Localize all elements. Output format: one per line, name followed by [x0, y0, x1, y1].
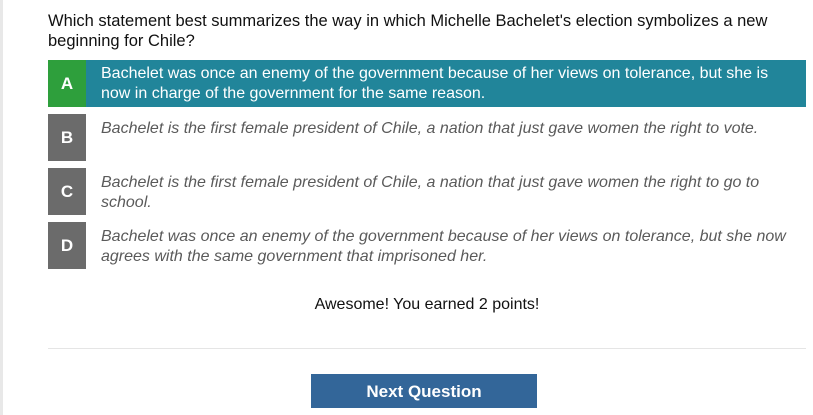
answer-option-a[interactable]: A Bachelet was once an enemy of the gove…: [48, 60, 806, 107]
option-letter-c: C: [48, 168, 86, 215]
option-letter-d: D: [48, 222, 86, 269]
result-message: Awesome! You earned 2 points!: [314, 296, 540, 313]
answer-option-c[interactable]: C Bachelet is the first female president…: [48, 168, 806, 215]
question-text: Which statement best summarizes the way …: [48, 12, 768, 50]
next-question-button[interactable]: Next Question: [311, 374, 537, 408]
option-text-c: Bachelet is the first female president o…: [101, 174, 760, 211]
option-text-a: Bachelet was once an enemy of the govern…: [101, 65, 769, 102]
divider: [48, 348, 806, 349]
option-text-b: Bachelet is the first female president o…: [101, 120, 759, 137]
option-letter-b: B: [48, 114, 86, 161]
option-letter-a: A: [48, 60, 86, 107]
answer-option-b[interactable]: B Bachelet is the first female president…: [48, 114, 806, 161]
left-edge-border: [0, 0, 3, 415]
option-text-d: Bachelet was once an enemy of the govern…: [101, 228, 786, 265]
answer-option-d[interactable]: D Bachelet was once an enemy of the gove…: [48, 222, 806, 269]
